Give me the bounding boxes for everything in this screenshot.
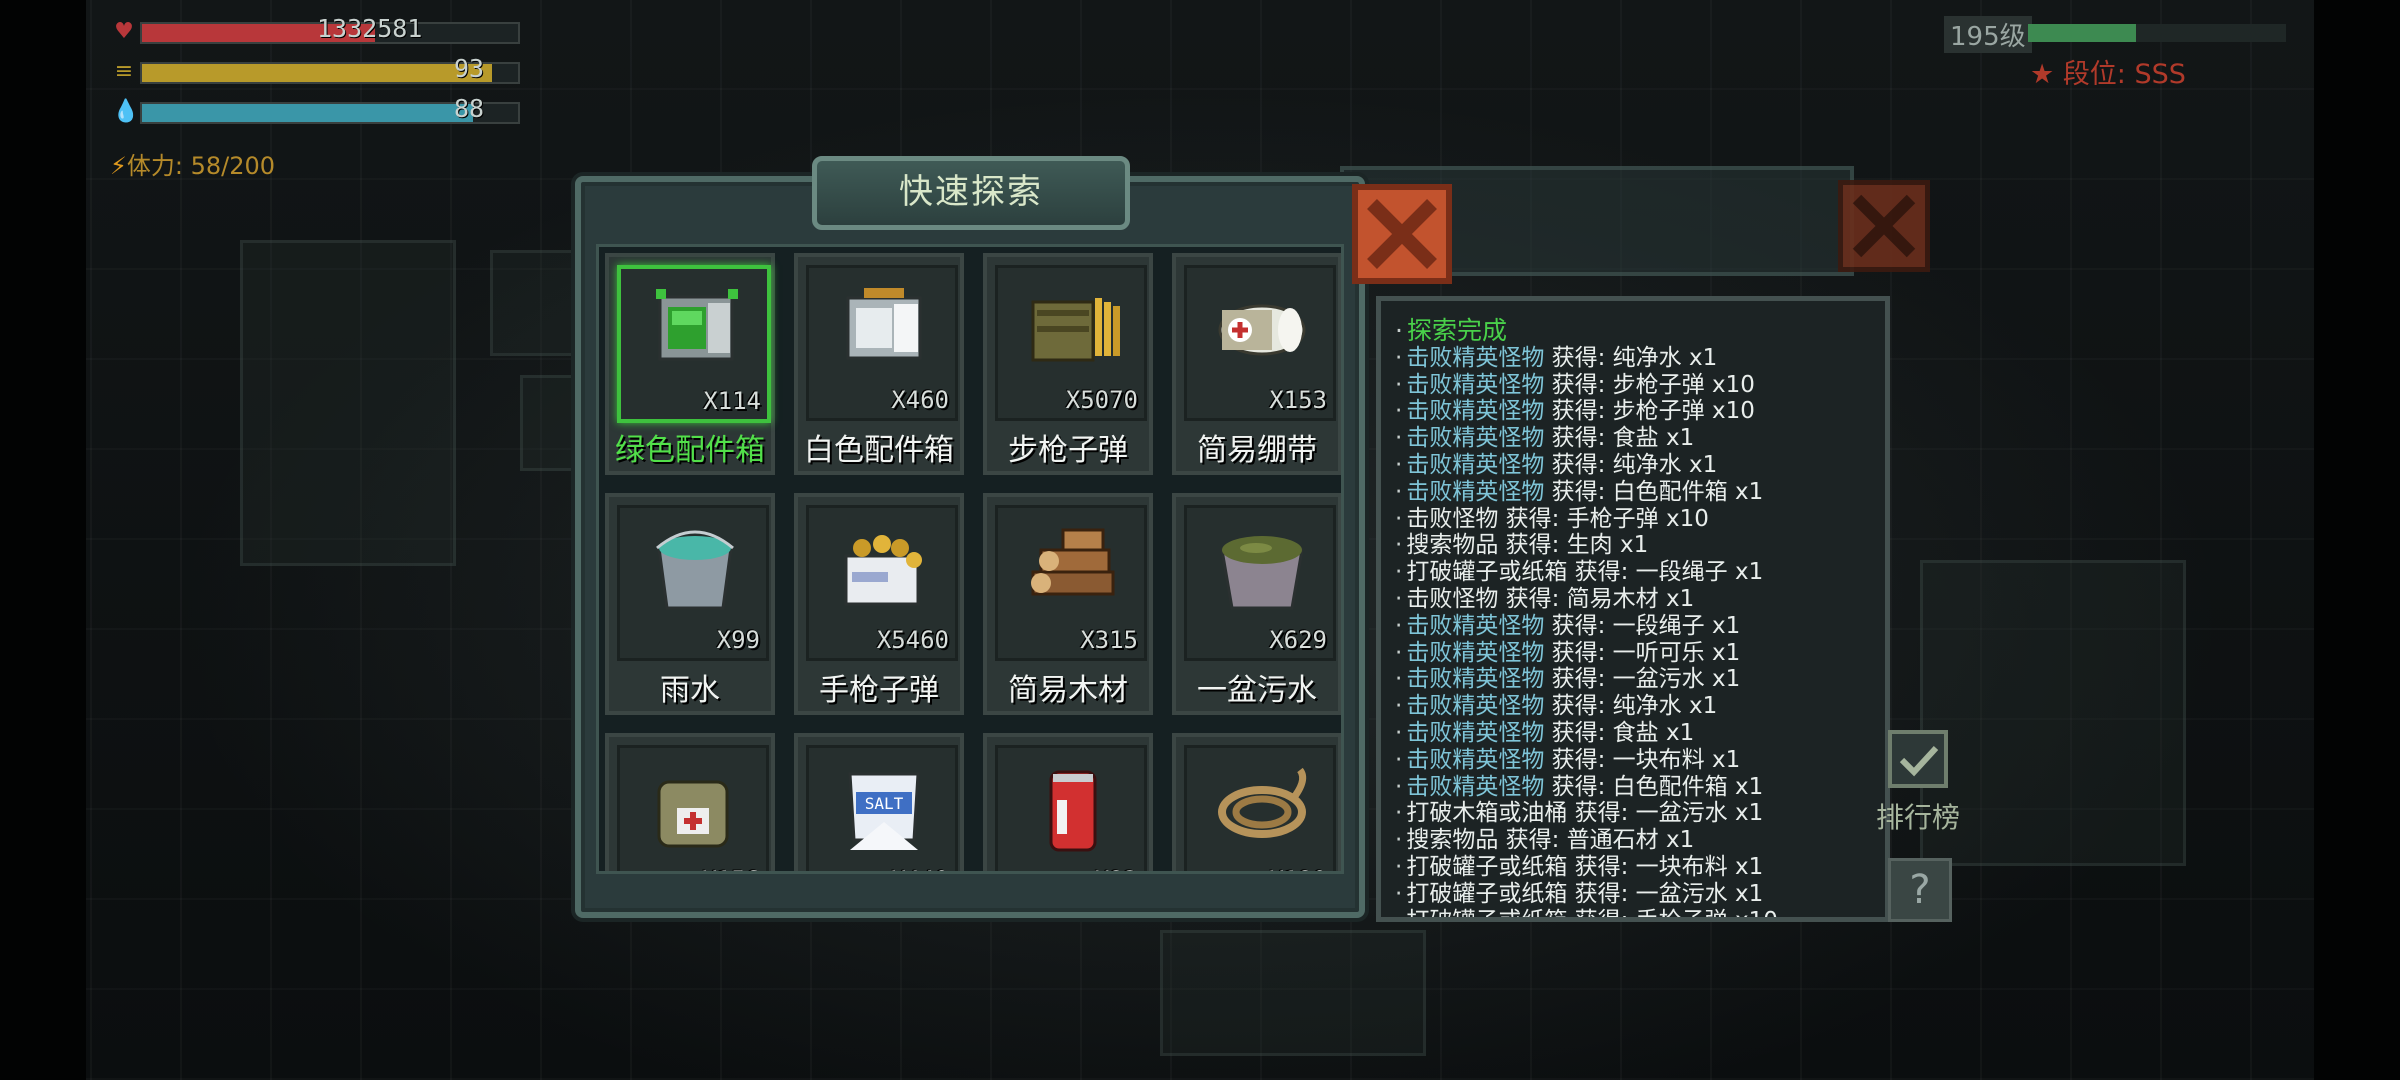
item-count: X114 [703,387,761,415]
level-label: 195级 [1944,16,2032,53]
log-source: 打破罐子或纸箱 [1406,907,1568,922]
item-count: X315 [1080,626,1138,654]
log-reward: 获得: 手枪子弹 x10 [1567,907,1778,922]
item-slot[interactable]: X99 雨水 [605,493,775,715]
item-slot[interactable]: X5070 步枪子弹 [983,253,1153,475]
food-fill [142,64,492,82]
item-count: X440 [891,866,949,871]
item-slot[interactable]: SALT X440 [794,733,964,871]
item-label: 白色配件箱 [804,433,954,468]
level-indicator: 195级 [1940,16,2290,53]
food-value: 93 [454,54,485,83]
level-track [2028,24,2286,42]
item-label: 雨水 [660,673,720,708]
item-frame: X190 [1184,745,1336,871]
hp-value: 1332581 [317,14,423,43]
background-building [1160,930,1426,1056]
rainwater-bucket-icon [656,530,734,610]
svg-text:SALT: SALT [865,794,904,813]
bandage-icon [1218,304,1306,356]
item-count: X156 [702,866,760,871]
screen-edge-right [2314,0,2400,1080]
water-value: 88 [454,94,485,123]
item-slot[interactable]: X315 简易木材 [983,493,1153,715]
panel-title: 快速探索 [899,172,1043,212]
item-frame: X315 [995,505,1147,661]
heart-icon: ♥ [114,19,134,44]
rope-icon [1218,767,1307,838]
bullet-icon: · [1395,907,1403,922]
item-frame: X460 [806,265,958,421]
item-frame: X5070 [995,265,1147,421]
wood-logs-icon [1031,528,1115,596]
item-slot[interactable]: X114 绿色配件箱 [605,253,775,475]
green-parts-crate-icon [656,289,738,361]
item-count: X5460 [876,626,949,654]
item-frame: X114 [617,265,771,423]
item-grid: X114 绿色配件箱 X460 白色配件箱 X5070 步枪子弹 X153 简易绷带 X99 雨水… [596,244,1344,874]
cola-can-icon [1049,770,1097,852]
calendar-check-icon [1888,730,1948,788]
item-frame: X99 [617,505,769,661]
water-drop-icon: 💧 [112,99,140,124]
item-label: 一盆污水 [1197,673,1317,708]
background-building [490,250,586,356]
item-frame: X629 [1184,505,1336,661]
item-label: 步枪子弹 [1008,433,1128,468]
stamina-value: 体力: 58/200 [126,152,276,180]
help-button[interactable]: ? [1888,858,1952,922]
close-button[interactable] [1352,184,1452,284]
background-close-button[interactable] [1838,180,1930,272]
item-slot[interactable]: X629 一盆污水 [1172,493,1341,715]
screen-edge-left [0,0,86,1080]
item-count: X5070 [1065,386,1138,414]
close-icon [1852,194,1916,258]
lightning-icon: ⚡ [110,152,127,180]
close-icon [1367,199,1437,269]
water-fill [142,104,473,122]
item-count: X460 [891,386,949,414]
first-aid-backpack-icon [657,780,729,848]
item-frame: X92 [995,745,1147,871]
item-label: 绿色配件箱 [615,433,765,468]
item-slot[interactable]: X153 简易绷带 [1172,253,1341,475]
item-slot[interactable]: X5460 手枪子弹 [794,493,964,715]
level-fill [2028,24,2137,42]
rank-value: 段位: SSS [2062,59,2186,90]
item-frame: X153 [1184,265,1336,421]
food-icon: ≡ [114,59,134,84]
item-label: 简易绷带 [1197,433,1317,468]
pistol-ammo-icon [844,535,922,606]
log-line: · 打破罐子或纸箱 获得: 手枪子弹 x10 [1395,901,1778,922]
dirty-water-basin-icon [1220,536,1304,610]
item-slot[interactable]: X92 [983,733,1153,871]
item-slot[interactable]: X190 [1172,733,1341,871]
rifle-ammo-icon [1031,298,1120,362]
item-slot[interactable]: X156 [605,733,775,871]
explore-log[interactable]: · 探索完成 · 击败精英怪物 获得: 纯净水 x1 · 击败精英怪物 获得: 步枪子弹 … [1376,296,1890,922]
salt-bag-icon: SALT [848,772,920,850]
star-icon: ★ [2030,59,2055,90]
item-frame: X5460 [806,505,958,661]
stamina-text: ⚡体力: 58/200 [110,146,275,181]
item-slot[interactable]: X460 白色配件箱 [794,253,964,475]
item-frame: X156 [617,745,769,871]
item-frame: SALT X440 [806,745,958,871]
item-count: X153 [1269,386,1327,414]
item-count: X92 [1095,866,1138,871]
white-parts-crate-icon [846,288,922,360]
item-label: 手枪子弹 [819,673,939,708]
item-count: X99 [716,626,760,654]
background-building [240,240,456,566]
item-count: X190 [1269,866,1327,871]
item-label: 简易木材 [1008,673,1128,708]
ranking-label: 排行榜 [1876,801,1961,834]
rank-text: ★ 段位: SSS [2030,52,2186,91]
item-count: X629 [1269,626,1327,654]
